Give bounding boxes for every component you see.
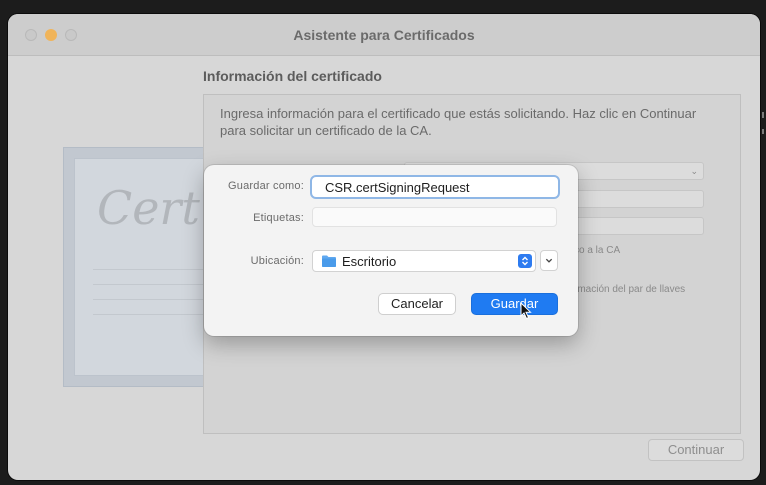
section-title: Información del certificado — [203, 68, 382, 84]
chevron-down-icon: ⌄ — [690, 166, 698, 176]
title-bar: Asistente para Certificados — [8, 14, 760, 56]
tags-input[interactable] — [312, 207, 557, 227]
location-popup[interactable]: Escritorio — [312, 250, 536, 272]
save-as-label: Guardar como: — [228, 180, 304, 192]
location-value: Escritorio — [342, 254, 397, 269]
window-title: Asistente para Certificados — [293, 27, 475, 43]
window-edge-mark — [762, 129, 764, 134]
location-label: Ubicación: — [250, 255, 304, 267]
folder-icon — [322, 255, 336, 267]
instructions-text: Ingresa información para el certificado … — [220, 106, 697, 138]
expand-dialog-button[interactable] — [540, 250, 558, 271]
save-as-input[interactable]: CSR.certSigningRequest — [310, 175, 560, 199]
cancel-button[interactable]: Cancelar — [378, 293, 456, 315]
continue-button[interactable]: Continuar — [648, 439, 744, 461]
tags-label: Etiquetas: — [253, 212, 304, 224]
chevron-down-icon — [545, 258, 553, 263]
option-saved-to-ca[interactable]: co a la CA — [574, 245, 620, 256]
certificate-lines — [93, 269, 213, 329]
window-edge-mark — [762, 112, 764, 118]
mouse-pointer-icon — [520, 302, 532, 320]
option-specify-key-pair[interactable]: rmación del par de llaves — [574, 284, 685, 295]
certificate-paper: Cert — [74, 158, 224, 376]
save-button[interactable]: Guardar — [471, 293, 558, 315]
certificate-watermark: Cert — [97, 181, 200, 235]
up-down-stepper-icon[interactable] — [518, 254, 532, 268]
